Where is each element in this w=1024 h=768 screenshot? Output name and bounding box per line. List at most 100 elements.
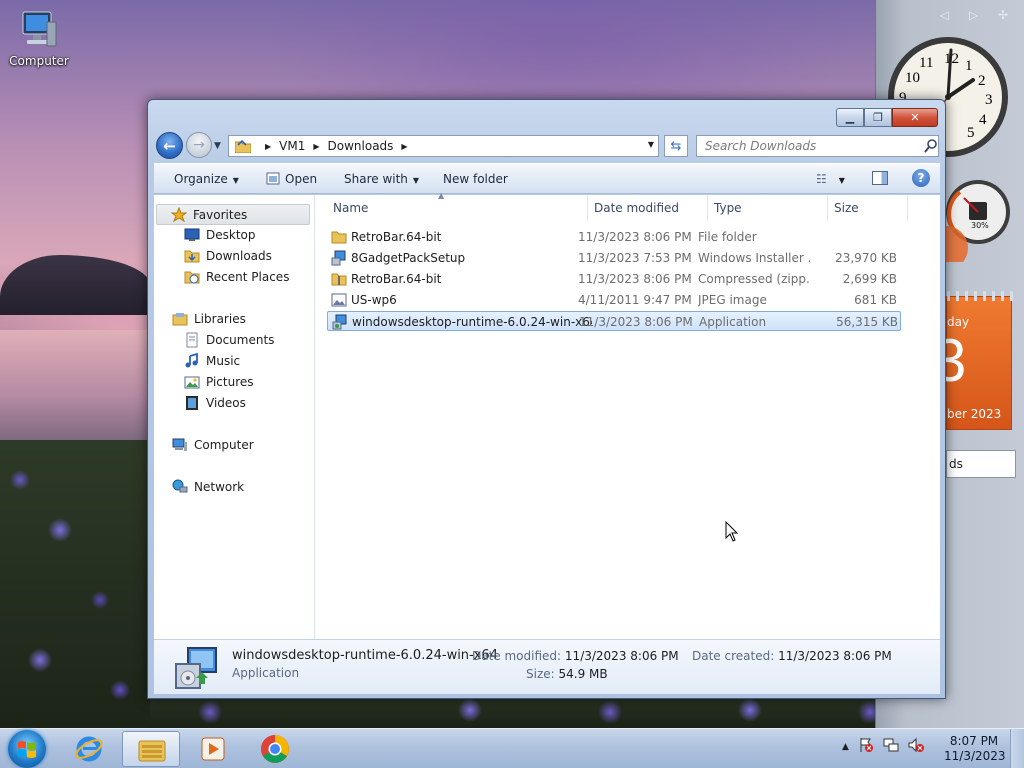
windows-logo-icon	[18, 741, 36, 758]
start-button[interactable]	[8, 730, 46, 768]
column-header-name[interactable]: Name	[327, 195, 588, 221]
chevron-down-icon: ▼	[214, 141, 221, 151]
star-icon	[170, 206, 188, 223]
column-header-size[interactable]: Size	[828, 195, 908, 221]
file-type: JPEG image	[698, 293, 767, 307]
breadcrumb-separator-icon[interactable]: ▶	[313, 142, 319, 151]
minimize-button[interactable]: ▁	[836, 108, 864, 127]
search-icon[interactable]	[924, 139, 937, 153]
share-with-label: Share with	[344, 172, 408, 186]
feed-gadget[interactable]: ds	[946, 450, 1016, 478]
network-status-icon[interactable]	[883, 737, 899, 756]
column-header-type[interactable]: Type	[708, 195, 828, 221]
details-label: Date created:	[692, 649, 775, 663]
taskbar-internet-explorer[interactable]	[60, 731, 118, 767]
details-label: Date modified:	[472, 649, 562, 663]
help-button[interactable]: ?	[912, 169, 930, 187]
navigation-pane: Favorites Desktop Downloads Recent Place…	[154, 195, 315, 639]
file-type: File folder	[698, 230, 757, 244]
forward-arrow-icon: →	[193, 137, 205, 153]
nav-pictures[interactable]: Pictures	[184, 374, 254, 390]
file-row[interactable]: RetroBar.64-bit 11/3/2023 8:06 PM File f…	[327, 227, 901, 247]
documents-icon	[184, 332, 200, 348]
organize-button[interactable]: Organize ▼	[174, 172, 239, 186]
action-center-icon[interactable]	[858, 737, 874, 756]
details-date-modified: Date modified: 11/3/2023 8:06 PM	[472, 649, 679, 663]
nav-videos[interactable]: Videos	[184, 395, 246, 411]
volume-muted-icon[interactable]	[908, 737, 924, 756]
refresh-icon: ⇆	[670, 138, 682, 154]
command-bar: Organize ▼ Open Share with ▼ New folder ☷ ▼…	[154, 163, 940, 194]
file-type: Application	[699, 315, 767, 329]
file-row[interactable]: 8GadgetPackSetup 11/3/2023 7:53 PM Windo…	[327, 248, 901, 268]
share-with-button[interactable]: Share with ▼	[344, 172, 419, 186]
nav-music[interactable]: Music	[184, 352, 240, 369]
breadcrumb-separator-icon[interactable]: ▶	[265, 142, 271, 151]
open-button[interactable]: Open	[266, 172, 317, 186]
cpu-percent-label: 30%	[971, 221, 989, 230]
file-type: Compressed (zipp...	[698, 272, 810, 286]
clock-numeral: 1	[965, 58, 973, 74]
file-date: 4/11/2011 9:47 PM	[578, 293, 692, 307]
desktop-icon-computer[interactable]: Computer	[6, 8, 72, 68]
calendar-rings	[947, 291, 1013, 301]
column-header-date-modified[interactable]: Date modified	[588, 195, 708, 221]
forward-button[interactable]: →	[186, 132, 212, 158]
close-button[interactable]: ✕	[892, 108, 938, 127]
new-folder-button[interactable]: New folder	[443, 172, 508, 186]
show-desktop-button[interactable]	[1010, 729, 1024, 768]
nav-computer[interactable]: Computer	[172, 437, 254, 453]
nav-label: Videos	[206, 396, 246, 410]
nav-label: Pictures	[206, 375, 254, 389]
refresh-button[interactable]: ⇆	[664, 135, 688, 157]
taskbar-clock[interactable]: 8:07 PM 11/3/2023	[944, 734, 1006, 764]
taskbar-media-player[interactable]	[184, 731, 242, 767]
file-size: 23,970 KB	[835, 251, 897, 265]
breadcrumb-vm1[interactable]: VM1	[279, 139, 305, 153]
wallpaper-hills	[0, 255, 150, 315]
media-player-icon	[201, 737, 225, 761]
file-row-selected[interactable]: windowsdesktop-runtime-6.0.24-win-x64 11…	[327, 311, 901, 331]
chevron-down-icon: ▼	[838, 176, 845, 185]
search-input[interactable]: Search Downloads	[696, 135, 939, 157]
computer-icon	[172, 437, 188, 453]
nav-network[interactable]: Network	[172, 479, 244, 495]
change-view-button[interactable]: ☷ ▼	[816, 172, 845, 186]
window-controls: ▁ ❐ ✕	[836, 108, 938, 127]
breadcrumb-downloads[interactable]: Downloads	[328, 139, 394, 153]
back-arrow-icon: ←	[163, 136, 176, 155]
address-dropdown-icon[interactable]: ▼	[648, 140, 654, 149]
file-size: 681 KB	[854, 293, 897, 307]
breadcrumb-separator-icon[interactable]: ▶	[401, 142, 407, 151]
minimize-icon: ▁	[845, 111, 855, 124]
nav-favorites[interactable]: Favorites	[156, 204, 310, 225]
address-bar[interactable]: ▶ VM1 ▶ Downloads ▶ ▼	[228, 135, 659, 157]
nav-label: Network	[194, 480, 245, 494]
open-icon	[266, 172, 280, 185]
calendar-gadget[interactable]: day 3 ber 2023	[933, 291, 1013, 430]
nav-desktop[interactable]: Desktop	[184, 227, 256, 243]
file-size: 56,315 KB	[836, 315, 898, 329]
nav-libraries[interactable]: Libraries	[172, 311, 246, 327]
nav-documents[interactable]: Documents	[184, 332, 274, 348]
nav-label: Favorites	[193, 207, 248, 222]
new-folder-label: New folder	[443, 172, 508, 186]
preview-pane-button[interactable]	[872, 171, 888, 185]
file-row[interactable]: US-wp6 4/11/2011 9:47 PM JPEG image 681 …	[327, 290, 901, 310]
file-date: 11/3/2023 8:06 PM	[579, 315, 693, 329]
back-button[interactable]: ←	[156, 132, 183, 159]
music-icon	[184, 352, 200, 369]
taskbar-file-explorer[interactable]	[122, 731, 180, 767]
maximize-button[interactable]: ❐	[864, 108, 892, 127]
nav-recent-places[interactable]: Recent Places	[184, 269, 289, 285]
taskbar-chrome[interactable]	[246, 731, 304, 767]
nav-downloads[interactable]: Downloads	[184, 248, 272, 264]
sidebar-controls[interactable]: ◁ ▷ ✢	[940, 8, 1016, 22]
file-name: US-wp6	[351, 293, 397, 307]
recent-pages-dropdown[interactable]: ▼	[214, 141, 221, 151]
file-row[interactable]: RetroBar.64-bit 11/3/2023 8:06 PM Compre…	[327, 269, 901, 289]
nav-label: Downloads	[206, 249, 272, 263]
details-date-created: Date created: 11/3/2023 8:06 PM	[692, 649, 892, 663]
file-name: 8GadgetPackSetup	[351, 251, 466, 265]
show-hidden-icons-button[interactable]: ▲	[842, 742, 849, 752]
